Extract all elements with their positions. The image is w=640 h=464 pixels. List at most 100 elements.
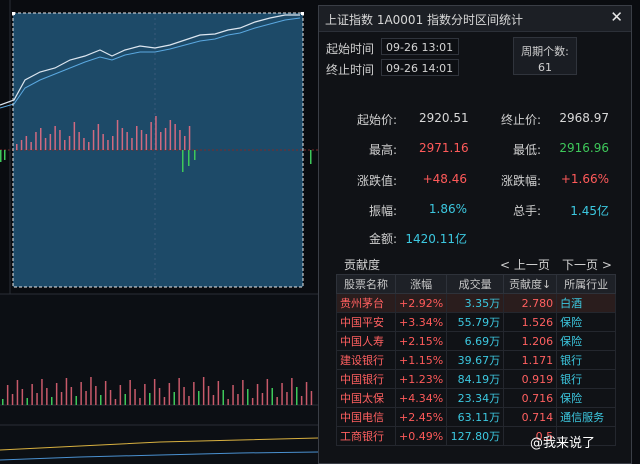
lower-volume-bar [202,377,205,405]
change-value: +48.46 [422,172,467,186]
table-row[interactable]: 中国银行 +1.23% 84.19万 0.919 银行 [336,369,617,389]
volume-bar-up [88,142,90,150]
volume-bar-down [182,150,184,172]
lower-volume-bar [75,396,77,405]
lower-volume-bar [149,393,151,405]
stock-name-cell: 建设银行 [336,350,396,370]
table-row[interactable]: 中国电信 +2.45% 63.11万 0.714 通信服务 [336,407,617,427]
lower-volume-bar [198,391,200,405]
volume-cell: 127.80万 [446,426,505,446]
amplitude-value: 1.86% [428,202,467,216]
industry-cell: 银行 [556,350,617,370]
lower-volume-bar [158,388,161,405]
volume-cell: 23.34万 [446,388,505,408]
change-cell: +0.49% [394,426,448,446]
lower-volume-bar [95,386,97,405]
change-cell: +4.34% [394,388,448,408]
lower-volume-bar [212,395,215,405]
col-change[interactable]: 涨幅 [394,274,448,294]
lower-volume-bar [168,383,171,405]
lower-volume-bar [55,383,58,405]
volume-bar-up [73,122,76,150]
lower-volume-bar [11,394,14,405]
lower-volume-bar [119,385,122,405]
lower-volume-bar [51,397,53,405]
volume-bar-up [54,126,56,150]
table-row[interactable]: 建设银行 +1.15% 39.67万 1.171 银行 [336,350,617,370]
volume-bar-up [30,142,32,150]
table-row[interactable]: 中国太保 +4.34% 23.34万 0.716 保险 [336,388,617,408]
volume-cell: 3.35万 [446,293,505,313]
industry-cell: 保险 [556,312,617,332]
change-label: 涨跌值: [356,174,397,188]
volume-cell: 39.67万 [446,350,505,370]
volume-cell: 6.69万 [446,331,505,351]
volume-cell: 63.11万 [446,407,505,427]
table-row[interactable]: 中国平安 +3.34% 55.79万 1.526 保险 [336,312,617,332]
lower-volume-bar [310,391,313,405]
lower-volume-bar [129,380,131,405]
lower-volume-bar [153,379,156,405]
contribution-cell: 1.526 [503,312,558,332]
volume-cell: 84.19万 [446,369,505,389]
lower-volume-bar [217,381,220,405]
volume-bar-up [126,132,128,150]
prev-page-button[interactable]: < 上一页 [500,256,550,274]
table-row[interactable]: 中国人寿 +2.15% 6.69万 1.206 保险 [336,331,617,351]
col-volume[interactable]: 成交量 [446,274,505,294]
start-time-field[interactable]: 09-26 13:01 [381,38,459,55]
industry-cell: 银行 [556,369,617,389]
lower-volume-bar [90,377,92,405]
volume-bar-up [131,138,133,150]
table-header: 股票名称 涨幅 成交量 贡献度↓ 所属行业 [336,274,617,294]
lower-volume-bar [251,398,254,405]
volume-bar-up [160,132,162,150]
col-contribution[interactable]: 贡献度↓ [503,274,558,294]
end-time-field[interactable]: 09-26 14:01 [381,59,459,76]
close-icon[interactable]: ✕ [610,8,623,26]
period-count-label: 周期个数: [521,45,569,58]
amount-label: 金额: [368,232,397,246]
industry-cell: 保险 [556,331,617,351]
lower-volume-bar [46,388,48,405]
volume-bar-up [49,134,52,150]
volume-bar-up [174,124,176,150]
lower-volume-bar [134,389,136,405]
turnover-label: 总手: [512,204,541,218]
table-row[interactable]: 贵州茅台 +2.92% 3.35万 2.780 白酒 [336,293,617,313]
lower-volume-bar [144,384,146,405]
volume-bar-up [164,128,167,150]
volume-bar-up [102,134,104,150]
lower-volume-bar [276,397,278,405]
contribution-cell: 0.716 [503,388,558,408]
next-page-button[interactable]: 下一页 > [562,256,612,274]
volume-bar-down [188,150,190,166]
volume-bar-up [112,136,114,150]
volume-bar-up [121,128,124,150]
volume-bar-up [92,130,95,150]
lower-volume-bar [2,399,4,405]
volume-bar-up [107,140,109,150]
stock-name-cell: 中国电信 [336,407,396,427]
lower-volume-bar [109,390,112,405]
volume-bar-up [68,136,71,150]
volume-bar-up [64,140,66,150]
change-cell: +1.23% [394,369,448,389]
amplitude-label: 振幅: [368,204,397,218]
end-price-label: 终止价: [500,113,541,127]
lower-volume-bar [65,378,68,405]
volume-bar-down [0,150,2,162]
pct-value: +1.66% [560,172,609,186]
panel-titlebar: 上证指数 1A0001 指数分时区间统计 ✕ [319,6,631,32]
lower-volume-bar [16,380,19,405]
lower-volume-bar [104,381,107,405]
low-value: 2916.96 [559,141,609,155]
volume-bar-down [310,150,312,164]
lower-volume-bar [271,388,273,405]
col-stock-name[interactable]: 股票名称 [336,274,396,294]
volume-bar-up [184,136,186,150]
volume-bar-up [83,138,85,150]
tab-contribution[interactable]: 贡献度 [344,256,380,274]
col-industry[interactable]: 所属行业 [556,274,617,294]
change-cell: +2.92% [394,293,448,313]
